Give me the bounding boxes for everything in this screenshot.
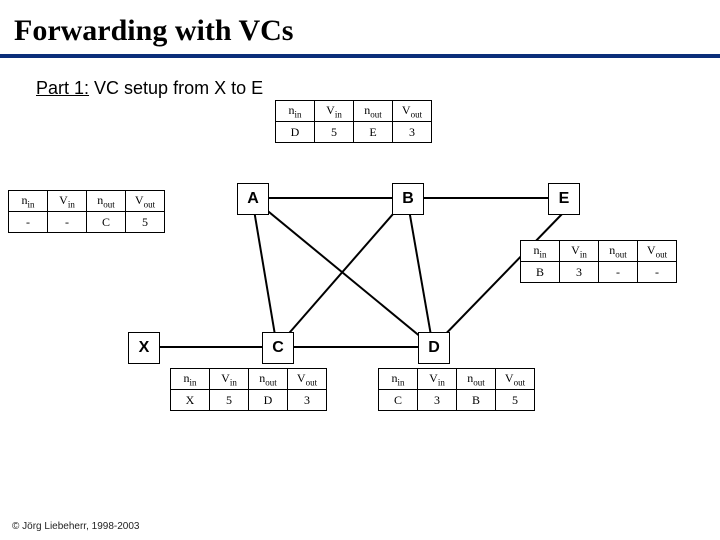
hdr-nout: nout: [87, 191, 126, 212]
subtitle: Part 1: VC setup from X to E: [0, 76, 720, 100]
cell: 5: [126, 212, 165, 233]
cell: 5: [315, 122, 354, 143]
cell: C: [379, 390, 418, 411]
hdr-nout: nout: [249, 369, 288, 390]
cell: 3: [560, 262, 599, 283]
cell: -: [48, 212, 87, 233]
hdr-nout: nout: [599, 241, 638, 262]
cell: -: [638, 262, 677, 283]
hdr-vout: Vout: [393, 101, 432, 122]
cell: D: [249, 390, 288, 411]
hdr-nin: nin: [9, 191, 48, 212]
cell: B: [521, 262, 560, 283]
subtitle-part: Part 1:: [36, 78, 89, 98]
cell: B: [457, 390, 496, 411]
page-title: Forwarding with VCs: [0, 0, 720, 54]
node-E: E: [548, 183, 580, 215]
node-X: X: [128, 332, 160, 364]
hdr-vout: Vout: [496, 369, 535, 390]
hdr-nout: nout: [354, 101, 393, 122]
cell: E: [354, 122, 393, 143]
cell: D: [276, 122, 315, 143]
cell: -: [9, 212, 48, 233]
vc-table-E: nin Vin nout Vout B 3 - -: [520, 240, 677, 283]
cell: -: [599, 262, 638, 283]
node-B: B: [392, 183, 424, 215]
hdr-vout: Vout: [638, 241, 677, 262]
vc-table-D: nin Vin nout Vout C 3 B 5: [378, 368, 535, 411]
hdr-nin: nin: [521, 241, 560, 262]
node-C: C: [262, 332, 294, 364]
footer-copyright: © Jörg Liebeherr, 1998-2003: [12, 521, 139, 532]
node-D: D: [418, 332, 450, 364]
vc-table-top: nin Vin nout Vout D 5 E 3: [275, 100, 432, 143]
hdr-vin: Vin: [315, 101, 354, 122]
cell: 3: [288, 390, 327, 411]
hdr-vin: Vin: [48, 191, 87, 212]
cell: C: [87, 212, 126, 233]
cell: X: [171, 390, 210, 411]
hdr-vin: Vin: [418, 369, 457, 390]
subtitle-rest: VC setup from X to E: [89, 78, 263, 98]
hdr-vout: Vout: [126, 191, 165, 212]
hdr-vout: Vout: [288, 369, 327, 390]
hdr-nin: nin: [171, 369, 210, 390]
cell: 5: [496, 390, 535, 411]
hdr-vin: Vin: [210, 369, 249, 390]
title-rule: [0, 54, 720, 58]
cell: 5: [210, 390, 249, 411]
cell: 3: [393, 122, 432, 143]
cell: 3: [418, 390, 457, 411]
hdr-nin: nin: [276, 101, 315, 122]
hdr-vin: Vin: [560, 241, 599, 262]
diagram-canvas: X A B E C D nin Vin nout Vout - - C 5 ni…: [0, 100, 720, 440]
hdr-nin: nin: [379, 369, 418, 390]
node-A: A: [237, 183, 269, 215]
vc-table-left: nin Vin nout Vout - - C 5: [8, 190, 165, 233]
hdr-nout: nout: [457, 369, 496, 390]
vc-table-C: nin Vin nout Vout X 5 D 3: [170, 368, 327, 411]
